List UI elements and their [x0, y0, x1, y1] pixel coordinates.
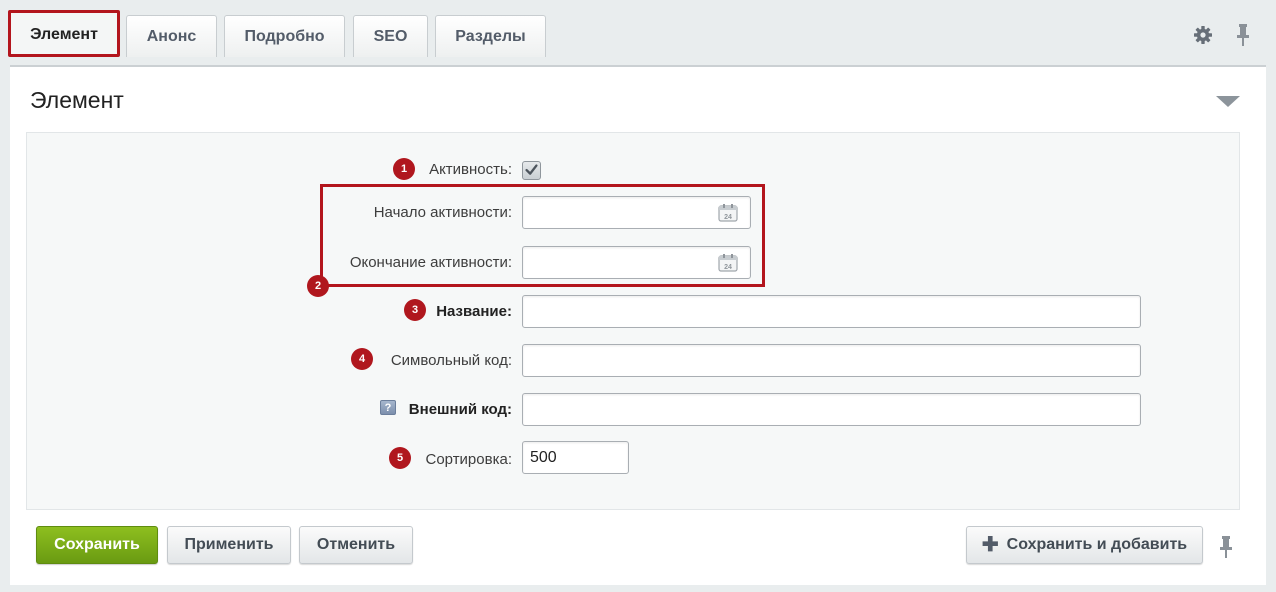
tab-details-label: Подробно: [244, 27, 325, 45]
sort-label: Сортировка:: [425, 451, 513, 468]
active-checkbox[interactable]: [522, 161, 541, 180]
checkmark-icon: [525, 164, 538, 175]
apply-button[interactable]: Применить: [167, 526, 291, 564]
calendar-icon[interactable]: 24: [718, 253, 738, 272]
badge-1: 1: [393, 158, 415, 180]
tab-element[interactable]: Элемент: [8, 10, 120, 57]
panel-title: Элемент: [30, 87, 124, 113]
badge-3: 3: [404, 299, 426, 321]
tab-announce[interactable]: Анонс: [126, 15, 217, 57]
calendar-icon[interactable]: 24: [718, 203, 738, 222]
calendar-day-text: 24: [724, 264, 732, 271]
gear-icon[interactable]: [1193, 25, 1213, 45]
collapse-triangle-icon[interactable]: [1216, 94, 1240, 108]
external-code-label: Внешний код:: [408, 401, 512, 418]
save-button[interactable]: Сохранить: [36, 526, 158, 564]
code-label: Символьный код:: [390, 352, 512, 369]
active-from-label: Начало активности:: [373, 204, 512, 221]
tab-announce-label: Анонс: [146, 27, 197, 45]
tab-bar: Элемент Анонс Подробно SEO Разделы: [0, 0, 1276, 66]
badge-2: 2: [307, 275, 329, 297]
active-to-input[interactable]: [522, 246, 751, 279]
cancel-button[interactable]: Отменить: [299, 526, 413, 564]
code-input[interactable]: [522, 344, 1141, 377]
tab-seo-label: SEO: [373, 27, 408, 45]
active-label: Активность:: [429, 161, 512, 178]
tab-sections-label: Разделы: [455, 27, 526, 45]
name-input[interactable]: [522, 295, 1141, 328]
save-and-add-button[interactable]: ✚ Сохранить и добавить: [966, 526, 1203, 564]
external-code-input[interactable]: [522, 393, 1141, 426]
tab-element-label: Элемент: [30, 25, 98, 43]
tab-sections[interactable]: Разделы: [435, 15, 546, 57]
help-icon[interactable]: ?: [380, 400, 396, 415]
pin-icon[interactable]: [1234, 23, 1252, 47]
active-from-input[interactable]: [522, 196, 751, 229]
sort-input[interactable]: [522, 441, 629, 474]
tab-seo[interactable]: SEO: [353, 15, 428, 57]
calendar-day-text: 24: [724, 214, 732, 221]
badge-5: 5: [389, 447, 411, 469]
name-label: Название:: [436, 303, 512, 320]
badge-4: 4: [351, 348, 373, 370]
pin-icon[interactable]: [1218, 535, 1234, 559]
active-to-label: Окончание активности:: [349, 254, 512, 271]
save-and-add-label: Сохранить и добавить: [1006, 536, 1188, 553]
plus-icon: ✚: [981, 534, 999, 556]
tab-details[interactable]: Подробно: [224, 15, 345, 57]
